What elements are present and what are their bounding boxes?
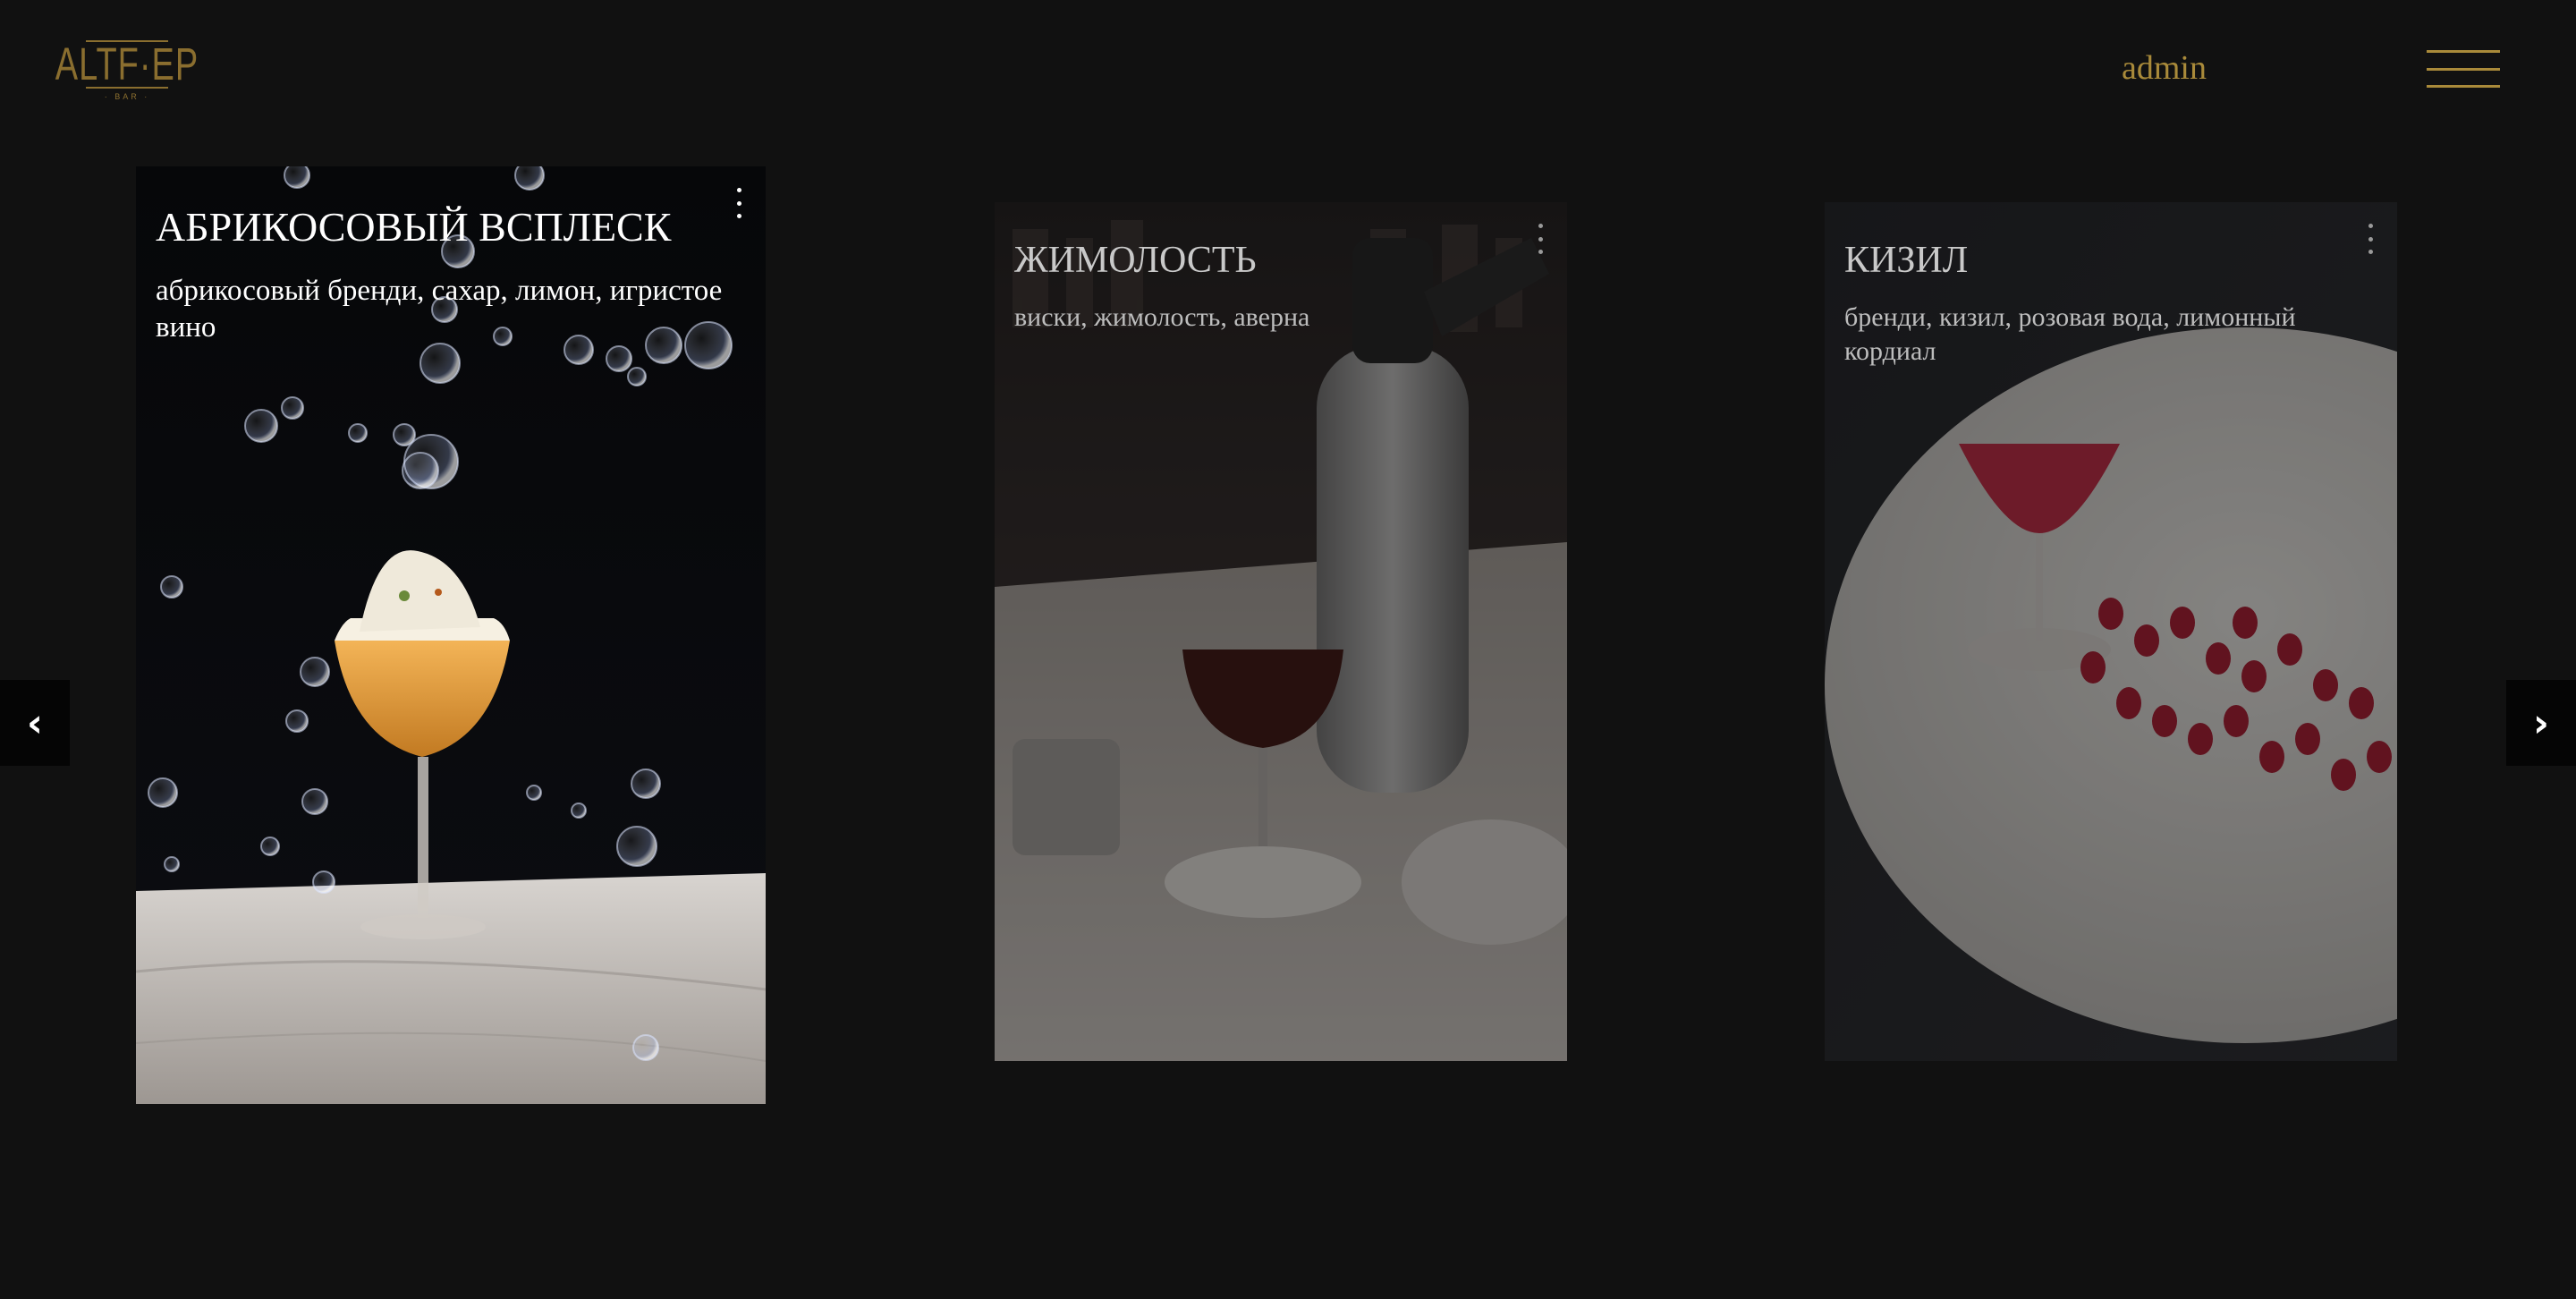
dot: [736, 214, 741, 218]
logo-wordmark: ALTF·EP: [55, 39, 199, 91]
page: ALTF·EP · BAR · admin ‹ › АБРИКОСОВЫЙ ВС…: [0, 0, 2576, 1299]
cocktail-card[interactable]: ЖИМОЛОСТЬ виски, жимолость, аверна: [995, 202, 1567, 1061]
logo-subtext: · BAR ·: [104, 92, 150, 101]
cocktail-ingredients: абрикосовый бренди, сахар, лимон, игрист…: [156, 275, 723, 344]
dot: [1538, 224, 1543, 228]
card-text: КИЗИЛ бренди, кизил, розовая вода, лимон…: [1844, 238, 2385, 368]
admin-link[interactable]: admin: [2122, 48, 2207, 88]
dot: [2368, 236, 2373, 242]
cocktail-ingredients: виски, жимолость, аверна: [1014, 302, 1310, 333]
bar-logo[interactable]: ALTF·EP · BAR ·: [55, 32, 198, 109]
card-options-icon[interactable]: [2365, 224, 2376, 254]
menu-line: [2427, 67, 2500, 71]
hamburger-menu-icon[interactable]: [2427, 50, 2500, 88]
cocktail-card-active[interactable]: АБРИКОСОВЫЙ ВСПЛЕСК абрикосовый бренди, …: [136, 166, 766, 1104]
carousel-prev-button[interactable]: ‹: [0, 680, 70, 766]
cocktail-ingredients: бренди, кизил, розовая вода, лимонный ко…: [1844, 302, 2296, 366]
dot: [1538, 250, 1543, 254]
carousel-next-button[interactable]: ›: [2506, 680, 2576, 766]
dot: [736, 188, 741, 192]
dot: [2368, 250, 2373, 254]
cocktail-card[interactable]: КИЗИЛ бренди, кизил, розовая вода, лимон…: [1825, 202, 2397, 1061]
card-options-icon[interactable]: [733, 188, 744, 218]
card-options-icon[interactable]: [1535, 224, 1546, 254]
dot: [1538, 236, 1543, 242]
menu-line: [2427, 50, 2500, 53]
menu-line: [2427, 85, 2500, 88]
card-text: ЖИМОЛОСТЬ виски, жимолость, аверна: [1014, 238, 1555, 335]
dot: [2368, 224, 2373, 228]
cocktail-title: АБРИКОСОВЫЙ ВСПЛЕСК: [156, 204, 672, 250]
dot: [736, 200, 741, 206]
cocktail-title: ЖИМОЛОСТЬ: [1014, 240, 1257, 281]
cocktail-title: КИЗИЛ: [1844, 240, 1969, 281]
card-text: АБРИКОСОВЫЙ ВСПЛЕСК абрикосовый бренди, …: [156, 202, 753, 347]
